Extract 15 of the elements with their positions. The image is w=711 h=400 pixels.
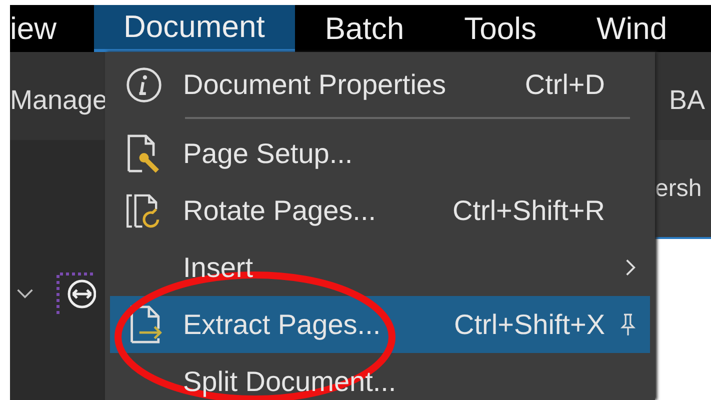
- menu-bar-item[interactable]: Wind: [566, 5, 698, 52]
- tab[interactable]: ersh: [655, 140, 711, 239]
- pin-icon[interactable]: [620, 312, 636, 338]
- toolbar-label[interactable]: BA: [668, 76, 711, 116]
- double-arrow-circle-icon[interactable]: [56, 270, 96, 316]
- menu-item[interactable]: Document Properties Ctrl+D: [105, 56, 655, 113]
- menu-bar-item[interactable]: Tools: [434, 5, 566, 52]
- menu-bar-item[interactable]: Batch: [294, 5, 434, 52]
- toolbar-label[interactable]: Manage: [10, 76, 108, 116]
- menu-bar-item[interactable]: iew: [10, 5, 94, 52]
- menu-bar-item[interactable]: Document: [94, 5, 295, 52]
- chevron-down-icon[interactable]: [16, 288, 34, 299]
- menu-item[interactable]: Rotate Pages... Ctrl+Shift+R: [105, 182, 655, 239]
- menu-item[interactable]: Page Setup...: [105, 125, 655, 182]
- menu-item[interactable]: Extract Pages... Ctrl+Shift+X: [110, 296, 650, 353]
